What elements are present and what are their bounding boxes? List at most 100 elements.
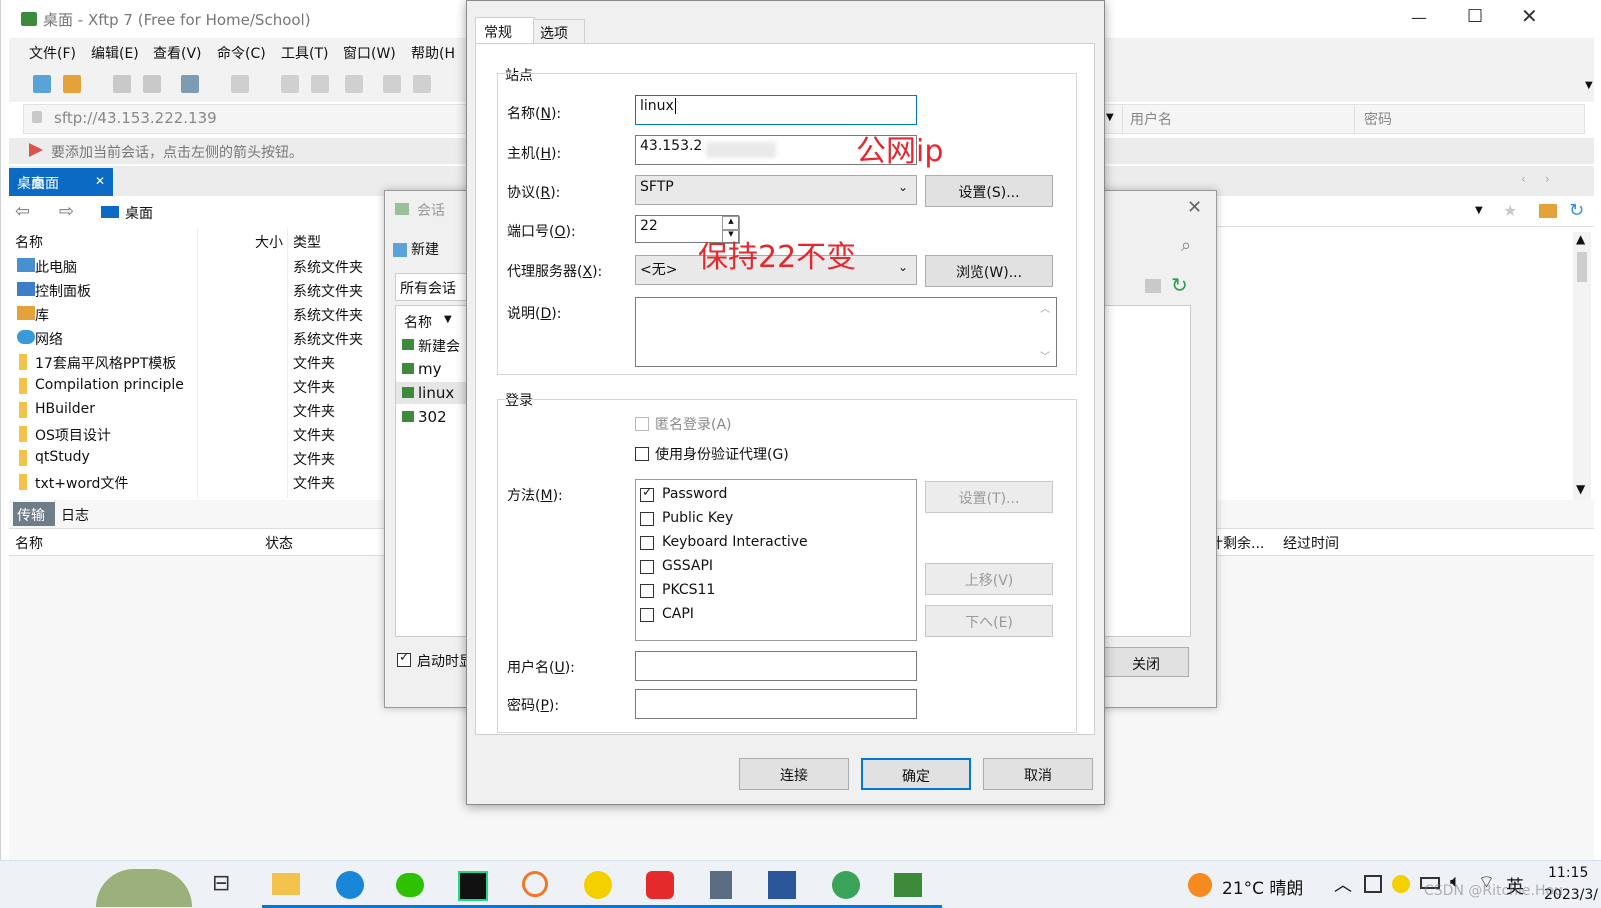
disconnect-icon[interactable] [143,75,161,93]
tray-icon[interactable] [1364,875,1382,893]
menu-tools[interactable]: 工具(T) [281,43,328,63]
list-item[interactable]: Keyboard Interactive [640,532,910,554]
protocol-settings-button[interactable]: 设置(S)... [925,175,1053,207]
method-capi-checkbox[interactable] [640,608,654,622]
tray-app-icon[interactable] [1392,875,1410,893]
move-up-button[interactable]: 上移(V) [925,563,1053,595]
session-close-button[interactable]: 关闭 [1103,647,1189,677]
jupyter-icon[interactable] [522,871,548,897]
maximize-icon[interactable]: ☐ [1467,6,1483,27]
list-item[interactable]: PKCS11 [640,580,910,602]
menu-edit[interactable]: 编辑(E) [91,43,139,63]
list-item[interactable]: Public Key [640,508,910,530]
list-item[interactable]: 此电脑 系统文件夹 [9,254,389,278]
toolbar-overflow-icon[interactable]: ▼ [1585,80,1593,91]
chevron-up-icon[interactable]: ︿ [1334,871,1352,897]
tab-close-icon[interactable]: ✕ [95,174,105,188]
sync-icon[interactable] [383,75,401,93]
header-size[interactable]: 大小 [255,232,283,252]
weather-icon[interactable] [1188,873,1212,897]
method-settings-button[interactable]: 设置(T)... [925,481,1053,513]
list-item[interactable]: qtStudy 文件夹 [9,446,389,470]
all-sessions-tab[interactable]: 所有会话 [395,273,467,301]
menu-view[interactable]: 查看(V) [153,43,202,63]
transfer-header-remaining[interactable]: 计剩余... [1209,533,1264,553]
word-icon[interactable] [768,871,796,899]
arrow-icon[interactable] [29,143,43,157]
anonymous-checkbox[interactable] [635,417,649,431]
tab-desktop[interactable]: 桌面 桌面 ✕ [9,168,113,196]
cancel-button[interactable]: 取消 [983,758,1093,790]
list-item[interactable]: 控制面板 系统文件夹 [9,278,389,302]
protocol-select[interactable]: SFTP ⌄ [635,175,917,205]
xftp-taskbar-icon[interactable] [894,873,922,897]
home-icon[interactable] [1539,204,1557,218]
folder-up-icon[interactable] [1145,279,1161,293]
list-item[interactable]: HBuilder 文件夹 [9,398,389,422]
search-icon[interactable]: ⌕ [1181,235,1191,256]
qqmusic-icon[interactable] [584,871,612,899]
tab-scroll-left-icon[interactable]: ‹ [1521,172,1526,186]
new-button[interactable]: 新建 [411,239,439,259]
copy-icon[interactable] [281,75,299,93]
transfer-header-elapsed[interactable]: 经过时间 [1283,533,1339,553]
path-dropdown-icon[interactable]: ▼ [1475,205,1483,216]
file-explorer-icon[interactable] [272,873,300,895]
task-view-icon[interactable]: ⊟ [212,871,230,896]
right-scrollbar[interactable]: ▲ ▼ [1573,232,1591,500]
clock-time[interactable]: 11:15 [1548,865,1588,881]
youdao-icon[interactable] [646,871,674,899]
sync2-icon[interactable] [413,75,431,93]
method-publickey-checkbox[interactable] [640,512,654,526]
tab-general[interactable]: 常规 [475,17,535,44]
list-item[interactable]: Password [640,484,910,506]
description-textarea[interactable]: ︿ ﹀ [635,297,1057,367]
header-type[interactable]: 类型 [293,232,321,252]
list-item[interactable]: OS项目设计 文件夹 [9,422,389,446]
list-item[interactable]: GSSAPI [640,556,910,578]
calculator-icon[interactable] [710,871,732,899]
tab-scroll-right-icon[interactable]: › [1545,172,1550,186]
pycharm-icon[interactable] [458,871,488,901]
scroll-down-icon[interactable]: ﹀ [1040,348,1050,363]
session-name-header[interactable]: 名称 [404,312,432,332]
startup-checkbox[interactable] [397,650,411,667]
scroll-up-icon[interactable]: ▲ [1576,232,1585,246]
username-input[interactable] [635,651,917,681]
session-close-icon[interactable]: ✕ [1187,197,1202,218]
list-item[interactable]: 302 [396,406,466,428]
move-down-button[interactable]: 下へ(E) [925,605,1053,637]
proxy-browse-button[interactable]: 浏览(W)... [925,255,1053,287]
open-folder-icon[interactable] [63,75,81,93]
ok-button[interactable]: 确定 [861,758,971,790]
session-refresh-icon[interactable]: ↻ [1171,273,1188,297]
edge-icon[interactable] [336,871,364,899]
close-icon[interactable]: ✕ [1521,4,1538,28]
list-item[interactable]: 网络 系统文件夹 [9,326,389,350]
new-icon[interactable] [393,243,407,257]
favorite-icon[interactable]: ★ [1503,201,1517,220]
menu-help[interactable]: 帮助(H [411,43,455,63]
wechat-icon[interactable] [396,873,424,897]
connect-icon[interactable] [113,75,131,93]
transfer-header-name[interactable]: 名称 [15,533,43,553]
paste-icon[interactable] [311,75,329,93]
transfer-icon[interactable] [345,75,363,93]
new-session-icon[interactable] [33,75,51,93]
refresh-icon[interactable]: ↻ [1569,200,1584,221]
terminal-icon[interactable] [231,75,249,93]
connect-button[interactable]: 连接 [739,758,849,790]
list-item[interactable]: txt+word文件 文件夹 [9,470,389,494]
list-item[interactable]: 新建会 [396,334,466,356]
name-input[interactable]: linux [635,95,917,125]
transfer-header-status[interactable]: 状态 [265,533,293,553]
method-keyboard-checkbox[interactable] [640,536,654,550]
list-item[interactable]: 17套扁平风格PPT模板 文件夹 [9,350,389,374]
method-pkcs11-checkbox[interactable] [640,584,654,598]
list-item[interactable]: my [396,358,466,380]
list-item[interactable]: CAPI [640,604,910,626]
browser-icon[interactable] [832,871,860,899]
scroll-down-icon[interactable]: ▼ [1576,482,1585,496]
settings-icon[interactable] [181,75,199,93]
agent-checkbox[interactable] [635,447,649,461]
